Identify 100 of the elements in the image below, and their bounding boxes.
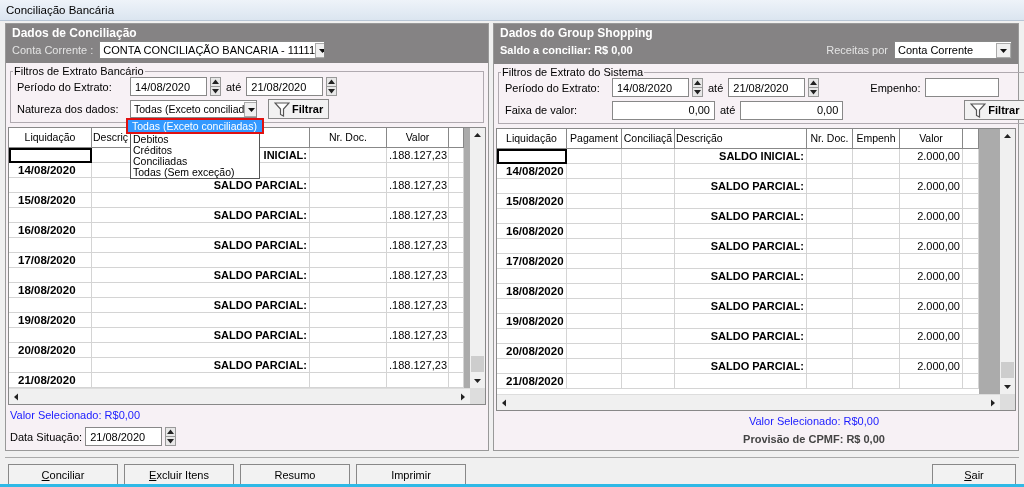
- dropdown-arrow-icon[interactable]: [315, 42, 325, 58]
- table-cell: 2.000,00: [900, 179, 963, 194]
- column-header[interactable]: Nr. Doc.: [310, 128, 387, 148]
- spin-button-icon[interactable]: [692, 78, 703, 97]
- table-cell: [807, 329, 853, 344]
- table-cell: 2.000,00: [900, 329, 963, 344]
- nature-dropdown[interactable]: Todas (Exceto conciliad: [130, 100, 257, 118]
- filter-button[interactable]: Filtrar: [268, 99, 330, 119]
- action-button[interactable]: Imprimir: [356, 464, 466, 484]
- table-cell: SALDO PARCIAL:: [92, 238, 310, 253]
- table-cell: [622, 374, 675, 389]
- balance-text: Saldo a conciliar: R$ 0,00: [500, 44, 633, 56]
- table-cell: [853, 224, 900, 239]
- spin-button-icon[interactable]: [210, 77, 221, 96]
- table-cell: [853, 284, 900, 299]
- table-cell: [853, 299, 900, 314]
- filter-icon: [274, 101, 290, 117]
- column-header[interactable]: Valor: [900, 129, 963, 149]
- action-button[interactable]: Sair: [932, 464, 1016, 484]
- dropdown-option[interactable]: Conciliadas: [131, 156, 259, 167]
- table-cell: [807, 224, 853, 239]
- table-cell: [622, 299, 675, 314]
- account-dropdown[interactable]: CONTA CONCILIAÇÃO BANCARIA - 11111: [99, 41, 326, 59]
- filter-button[interactable]: Filtrar: [964, 100, 1024, 120]
- date-field[interactable]: 21/08/2020: [728, 78, 806, 97]
- column-header[interactable]: Nr. Doc.: [807, 129, 853, 149]
- table-cell: [853, 344, 900, 359]
- dropdown-arrow-icon[interactable]: [244, 101, 256, 117]
- column-header[interactable]: Valor: [387, 128, 449, 148]
- table-cell: 21/08/2020: [497, 374, 567, 389]
- table-cell: [622, 224, 675, 239]
- table-cell: [807, 149, 853, 164]
- revenue-dropdown[interactable]: Conta Corrente: [894, 41, 1012, 59]
- field-label: até: [707, 81, 725, 94]
- table-cell: 2.000,00: [900, 359, 963, 374]
- date-field[interactable]: 21/08/2020: [246, 77, 324, 96]
- scroll-thumb[interactable]: [471, 356, 484, 372]
- column-header[interactable]: Empenh: [853, 129, 900, 149]
- table-cell: [900, 224, 963, 239]
- value-field[interactable]: 0,00: [740, 100, 844, 120]
- spin-button-icon[interactable]: [165, 427, 177, 446]
- table-cell: [900, 374, 963, 389]
- table-cell: [807, 374, 853, 389]
- table-cell: [387, 343, 449, 358]
- table-cell: [807, 179, 853, 194]
- field-label: Faixa de valor:: [505, 104, 579, 116]
- table-cell: 16/08/2020: [497, 224, 567, 239]
- table-cell: .188.127,23: [387, 208, 449, 223]
- horizontal-scrollbar[interactable]: [9, 388, 485, 404]
- table-cell: 2.000,00: [900, 149, 963, 164]
- spin-button-icon[interactable]: [326, 77, 338, 96]
- action-button[interactable]: Resumo: [240, 464, 350, 484]
- table-cell: SALDO PARCIAL:: [675, 329, 807, 344]
- column-header[interactable]: Descrição: [675, 129, 807, 149]
- table-cell: [622, 254, 675, 269]
- table-cell: [807, 344, 853, 359]
- commitment-field[interactable]: [925, 78, 1000, 97]
- table-cell: [853, 209, 900, 224]
- table-cell: [622, 329, 675, 344]
- group-title: Filtros de Extrato Bancário: [13, 65, 145, 77]
- date-field[interactable]: 14/08/2020: [130, 77, 207, 96]
- value-field[interactable]: 0,00: [612, 100, 715, 120]
- table-cell: .188.127,23: [387, 358, 449, 373]
- table-cell: [567, 374, 622, 389]
- table-cell: [567, 359, 622, 374]
- table-cell: [807, 269, 853, 284]
- date-field[interactable]: 14/08/2020: [612, 78, 689, 97]
- table-cell: [622, 239, 675, 254]
- scroll-thumb[interactable]: [1001, 362, 1014, 378]
- date-field[interactable]: 21/08/2020: [85, 427, 163, 446]
- column-header[interactable]: Conciliaçã: [622, 129, 675, 149]
- column-header[interactable]: [449, 128, 464, 148]
- table-cell: [387, 223, 449, 238]
- table-cell: [807, 164, 853, 179]
- table-cell: [900, 314, 963, 329]
- column-header[interactable]: [963, 129, 979, 149]
- table-cell: [900, 164, 963, 179]
- table-cell: [567, 164, 622, 179]
- table-cell: 18/08/2020: [497, 284, 567, 299]
- horizontal-scrollbar[interactable]: [497, 394, 1015, 410]
- window-title: Conciliação Bancária: [6, 4, 115, 16]
- cpmf-text: Provisão de CPMF: R$ 0,00: [743, 433, 885, 445]
- dropdown-option[interactable]: Todas (Sem exceção): [131, 167, 259, 178]
- table-cell: SALDO PARCIAL:: [675, 269, 807, 284]
- column-header[interactable]: Liquidação: [497, 129, 567, 149]
- dropdown-option[interactable]: Créditos: [131, 145, 259, 156]
- column-header[interactable]: Liquidação: [9, 128, 92, 148]
- spin-button-icon[interactable]: [808, 78, 820, 97]
- table-cell: .188.127,23: [387, 148, 449, 163]
- action-button[interactable]: Excluir Itens: [124, 464, 234, 484]
- selected-value-text: Valor Selecionado: R$0,00: [10, 409, 142, 421]
- table-cell: [807, 194, 853, 209]
- table-cell: [853, 149, 900, 164]
- panel-title: Dados do Group Shopping: [500, 26, 654, 40]
- table-cell: [387, 163, 449, 178]
- action-button[interactable]: Conciliar: [8, 464, 118, 484]
- group-title: Filtros de Extrato do Sistema: [501, 66, 645, 78]
- column-header[interactable]: Pagament: [567, 129, 622, 149]
- table-cell: 15/08/2020: [9, 193, 92, 208]
- dropdown-option[interactable]: Debitos: [131, 134, 259, 145]
